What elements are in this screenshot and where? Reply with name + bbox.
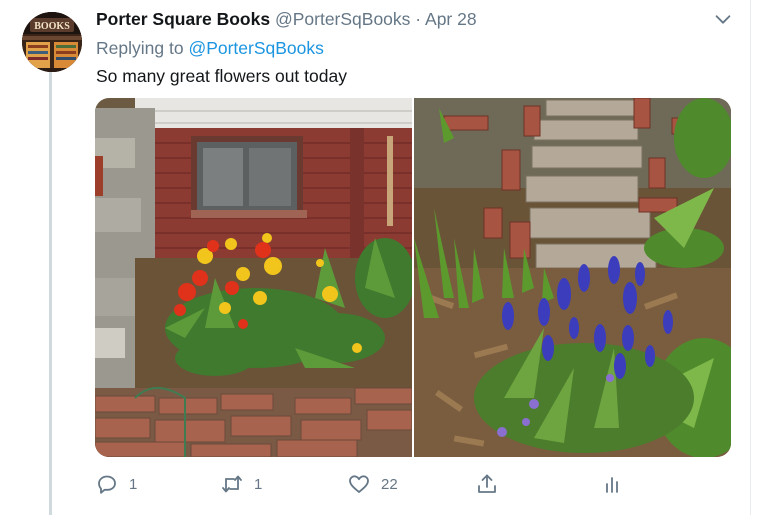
photo-tulips[interactable]: [95, 98, 415, 457]
tweet-header: Porter Square Books @PorterSqBooks · Apr…: [96, 9, 728, 33]
replying-to-handle[interactable]: @PorterSqBooks: [188, 38, 323, 58]
reply-icon: [98, 475, 116, 494]
share-icon: [478, 474, 496, 493]
tweet-date[interactable]: Apr 28: [425, 9, 477, 29]
media-grid: [95, 98, 731, 457]
thread-line: [49, 70, 52, 515]
header-separator: ·: [415, 9, 422, 29]
analytics-icon: [606, 477, 618, 493]
retweet-button[interactable]: 1: [220, 468, 262, 500]
share-button[interactable]: [475, 468, 499, 500]
user-handle[interactable]: @PorterSqBooks: [275, 9, 410, 29]
replying-to: Replying to @PorterSqBooks: [96, 38, 324, 59]
timeline-border: [750, 0, 751, 515]
chevron-down-icon: [715, 15, 731, 24]
hyacinths-photo-image: [414, 98, 731, 457]
like-count: 22: [381, 475, 398, 493]
photo-hyacinths[interactable]: [414, 98, 731, 457]
analytics-button[interactable]: [600, 468, 624, 500]
avatar-sign-text: BOOKS: [34, 21, 70, 32]
display-name[interactable]: Porter Square Books: [96, 9, 270, 29]
more-options-button[interactable]: [712, 8, 734, 30]
retweet-icon: [222, 475, 242, 493]
replying-to-label: Replying to: [96, 38, 184, 58]
avatar[interactable]: BOOKS: [22, 12, 82, 72]
like-button[interactable]: 22: [347, 468, 398, 500]
tulips-photo-image: [95, 98, 415, 457]
tweet-text: So many great flowers out today: [96, 66, 347, 86]
heart-icon: [349, 475, 369, 493]
retweet-count: 1: [254, 475, 263, 493]
reply-count: 1: [129, 475, 138, 493]
tweet-actions: 1 1 22: [95, 468, 655, 500]
avatar-image: BOOKS: [22, 12, 82, 72]
reply-button[interactable]: 1: [95, 468, 137, 500]
